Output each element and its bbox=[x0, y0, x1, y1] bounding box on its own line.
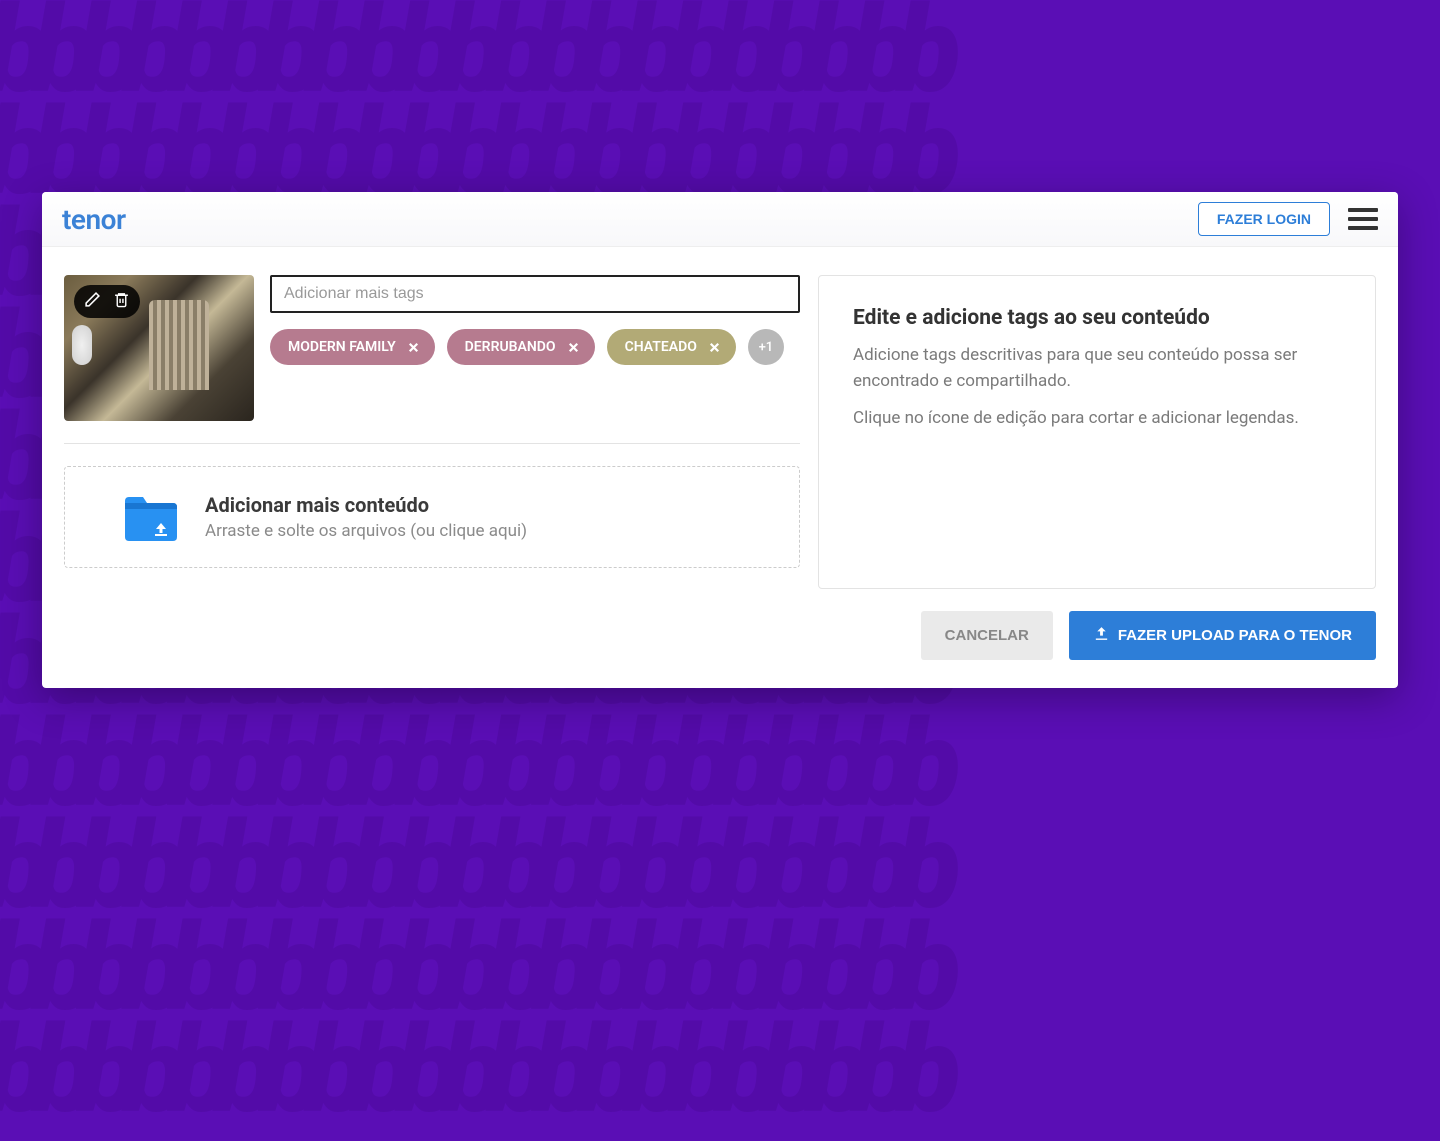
thumbnail-controls bbox=[74, 285, 140, 318]
action-buttons: CANCELAR FAZER UPLOAD PARA O TENOR bbox=[818, 611, 1376, 660]
dropzone-text: Adicionar mais conteúdo Arraste e solte … bbox=[205, 493, 527, 541]
chip-label: DERRUBANDO bbox=[465, 339, 556, 355]
trash-icon[interactable] bbox=[113, 291, 130, 312]
logo: tenor bbox=[62, 203, 126, 236]
hamburger-menu-icon[interactable] bbox=[1348, 204, 1378, 234]
tag-chip: CHATEADO bbox=[607, 329, 736, 365]
info-panel: Edite e adicione tags ao seu conteúdo Ad… bbox=[818, 275, 1376, 589]
tag-chips: MODERN FAMILY DERRUBANDO C bbox=[270, 329, 800, 365]
tag-input[interactable] bbox=[270, 275, 800, 313]
divider bbox=[64, 443, 800, 444]
upload-button-label: FAZER UPLOAD PARA O TENOR bbox=[1118, 627, 1352, 644]
info-paragraph: Adicione tags descritivas para que seu c… bbox=[853, 342, 1341, 395]
right-column: Edite e adicione tags ao seu conteúdo Ad… bbox=[818, 275, 1376, 660]
login-button[interactable]: FAZER LOGIN bbox=[1198, 202, 1330, 236]
tag-chip: MODERN FAMILY bbox=[270, 329, 435, 365]
header-actions: FAZER LOGIN bbox=[1198, 202, 1378, 236]
add-content-dropzone[interactable]: Adicionar mais conteúdo Arraste e solte … bbox=[64, 466, 800, 568]
left-column: MODERN FAMILY DERRUBANDO C bbox=[64, 275, 800, 660]
close-icon[interactable] bbox=[707, 340, 722, 355]
close-icon[interactable] bbox=[566, 340, 581, 355]
edit-icon[interactable] bbox=[84, 291, 101, 312]
upload-item: MODERN FAMILY DERRUBANDO C bbox=[64, 275, 800, 421]
tag-chip: DERRUBANDO bbox=[447, 329, 595, 365]
tag-editor: MODERN FAMILY DERRUBANDO C bbox=[270, 275, 800, 365]
upload-button[interactable]: FAZER UPLOAD PARA O TENOR bbox=[1069, 611, 1376, 660]
folder-upload-icon bbox=[123, 493, 179, 541]
info-paragraph: Clique no ícone de edição para cortar e … bbox=[853, 405, 1341, 431]
info-title: Edite e adicione tags ao seu conteúdo bbox=[853, 306, 1341, 330]
upload-icon bbox=[1093, 625, 1110, 646]
tags-overflow-badge[interactable]: +1 bbox=[748, 329, 784, 365]
dropzone-title: Adicionar mais conteúdo bbox=[205, 493, 527, 517]
cancel-button[interactable]: CANCELAR bbox=[921, 611, 1053, 660]
close-icon[interactable] bbox=[406, 340, 421, 355]
chip-label: CHATEADO bbox=[625, 339, 697, 355]
dropzone-subtitle: Arraste e solte os arquivos (ou clique a… bbox=[205, 521, 527, 541]
upload-modal: tenor FAZER LOGIN bbox=[42, 192, 1398, 688]
upload-thumbnail[interactable] bbox=[64, 275, 254, 421]
modal-body: MODERN FAMILY DERRUBANDO C bbox=[42, 247, 1398, 688]
chip-label: MODERN FAMILY bbox=[288, 339, 396, 355]
modal-header: tenor FAZER LOGIN bbox=[42, 192, 1398, 247]
